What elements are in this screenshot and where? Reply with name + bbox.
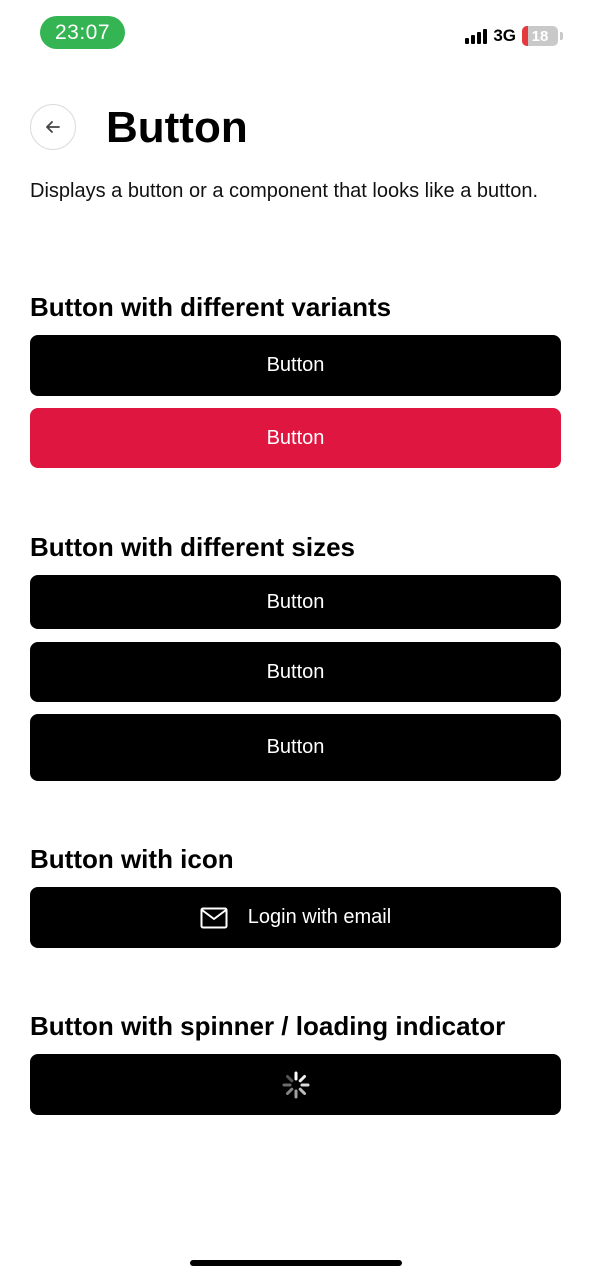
battery-level: 18 (531, 27, 549, 45)
small-size-button[interactable]: Button (30, 575, 561, 629)
arrow-left-icon (46, 121, 60, 133)
status-indicators: 3G 18 (465, 26, 563, 46)
default-size-button[interactable]: Button (30, 642, 561, 702)
default-variant-button[interactable]: Button (30, 335, 561, 396)
network-type: 3G (493, 26, 516, 45)
battery-icon: 18 (522, 26, 558, 46)
screen: 23:07 3G 18 Button Displays a button or … (0, 0, 591, 1280)
loading-button[interactable] (30, 1054, 561, 1115)
home-indicator[interactable] (190, 1260, 402, 1266)
section-title-spinner: Button with spinner / loading indicator (30, 1011, 506, 1041)
spinner-icon (282, 1071, 309, 1098)
battery-nub (560, 32, 563, 40)
section-title-icon: Button with icon (30, 844, 234, 874)
battery-fill (522, 26, 529, 46)
login-button-label: Login with email (247, 906, 392, 928)
page-description: Displays a button or a component that lo… (30, 180, 539, 202)
destructive-variant-button[interactable]: Button (30, 408, 561, 468)
section-title-sizes: Button with different sizes (30, 532, 355, 562)
login-with-email-button[interactable]: Login with email (30, 887, 561, 948)
large-size-button[interactable]: Button (30, 714, 561, 781)
mail-icon (200, 907, 228, 929)
back-button[interactable] (30, 104, 76, 150)
page-title: Button (106, 103, 248, 152)
section-title-variants: Button with different variants (30, 292, 392, 322)
status-time: 23:07 (40, 16, 125, 49)
signal-strength-icon (465, 28, 488, 44)
